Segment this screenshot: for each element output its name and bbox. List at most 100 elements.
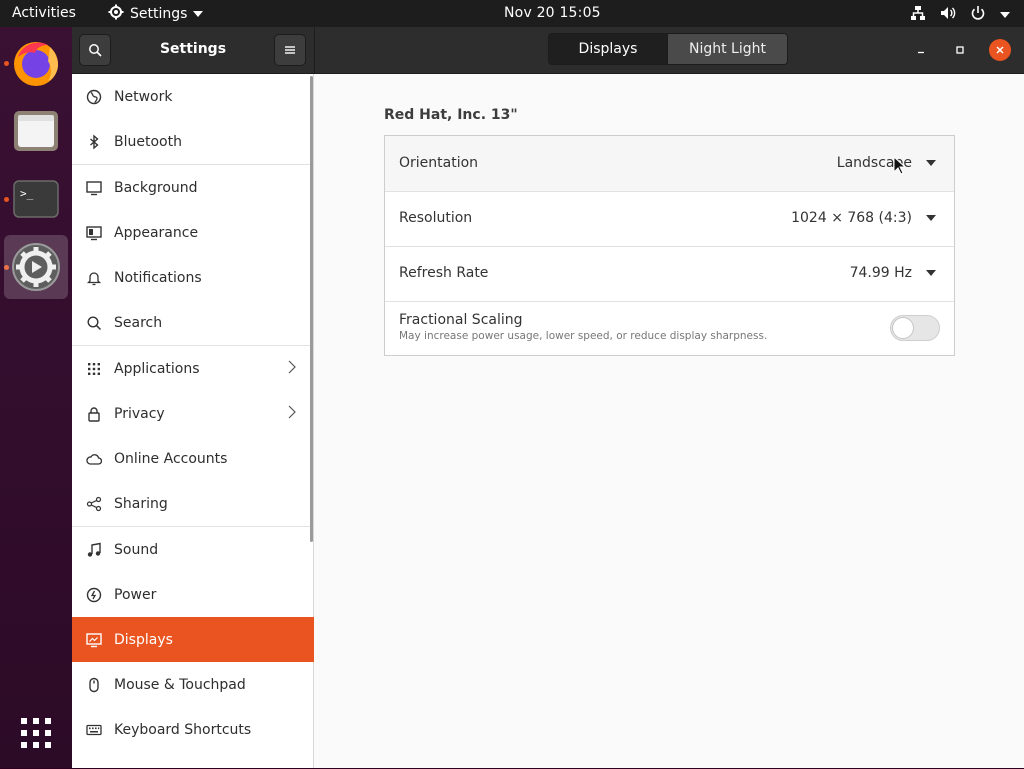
system-tray[interactable] bbox=[910, 5, 1010, 25]
display-settings-panel: Orientation Landscape Resolution 1024 × … bbox=[384, 135, 955, 356]
refresh-rate-value: 74.99 Hz bbox=[849, 265, 912, 281]
fractional-scaling-label: Fractional Scaling bbox=[399, 312, 523, 328]
minimize-icon bbox=[918, 51, 924, 54]
volume-icon bbox=[940, 5, 956, 25]
keyboard-icon bbox=[86, 722, 102, 738]
fractional-scaling-row: Fractional Scaling May increase power us… bbox=[385, 301, 954, 356]
maximize-icon bbox=[956, 46, 964, 54]
header-bar: Settings Displays Night Light bbox=[72, 27, 1024, 74]
orientation-row[interactable]: Orientation Landscape bbox=[385, 136, 954, 192]
dropdown-arrow-icon bbox=[926, 270, 936, 276]
sidebar-item-sharing[interactable]: Sharing bbox=[72, 481, 314, 526]
chevron-right-icon bbox=[288, 359, 296, 378]
sidebar-item-label: Bluetooth bbox=[114, 133, 182, 150]
sidebar-item-label: Power bbox=[114, 586, 157, 603]
close-icon bbox=[996, 46, 1004, 54]
refresh-rate-row[interactable]: Refresh Rate 74.99 Hz bbox=[385, 246, 954, 302]
sidebar-item-label: Network bbox=[114, 88, 173, 105]
appearance-icon bbox=[86, 225, 102, 241]
sidebar-item-label: Appearance bbox=[114, 224, 199, 241]
sidebar-item-keyboard-shortcuts[interactable]: Keyboard Shortcuts bbox=[72, 707, 314, 752]
grid-icon bbox=[86, 361, 102, 377]
terminal-icon: >_ bbox=[13, 180, 59, 218]
refresh-rate-label: Refresh Rate bbox=[399, 265, 489, 281]
power-icon bbox=[86, 587, 102, 603]
sidebar-item-label: Background bbox=[114, 179, 198, 196]
sidebar-item-mouse-touchpad[interactable]: Mouse & Touchpad bbox=[72, 662, 314, 707]
mouse-icon bbox=[86, 677, 102, 693]
settings-icon bbox=[12, 243, 60, 291]
sidebar-item-sound[interactable]: Sound bbox=[72, 527, 314, 572]
sidebar-item-background[interactable]: Background bbox=[72, 165, 314, 210]
sidebar-item-label: Online Accounts bbox=[114, 450, 228, 467]
top-bar: Activities Settings Nov 20 15:05 bbox=[0, 0, 1024, 27]
bluetooth-icon bbox=[86, 133, 102, 150]
search-icon bbox=[86, 315, 102, 331]
sidebar-item-label: Notifications bbox=[114, 269, 202, 286]
sidebar-item-label: Privacy bbox=[114, 405, 165, 422]
switch-knob bbox=[892, 317, 914, 339]
show-apps-icon bbox=[21, 718, 51, 748]
minimize-button[interactable] bbox=[910, 39, 932, 61]
sidebar-item-displays[interactable]: Displays bbox=[72, 617, 314, 662]
music-note-icon bbox=[86, 542, 102, 558]
show-apps-button[interactable] bbox=[4, 701, 68, 765]
settings-launcher[interactable] bbox=[4, 235, 68, 299]
cloud-icon bbox=[86, 451, 102, 467]
lock-icon bbox=[86, 406, 102, 422]
resolution-value: 1024 × 768 (4:3) bbox=[791, 210, 912, 226]
sidebar-item-notifications[interactable]: Notifications bbox=[72, 255, 314, 300]
mouse-pointer-icon bbox=[893, 156, 905, 175]
sidebar-item-label: Sharing bbox=[114, 495, 168, 512]
sidebar: Network Bluetooth Background Appearance … bbox=[72, 74, 314, 768]
network-icon bbox=[910, 5, 926, 25]
sidebar-item-label: Displays bbox=[114, 631, 173, 648]
resolution-row[interactable]: Resolution 1024 × 768 (4:3) bbox=[385, 191, 954, 247]
menu-button[interactable] bbox=[274, 34, 306, 66]
activities-button[interactable]: Activities bbox=[12, 5, 76, 21]
sidebar-scrollbar[interactable] bbox=[310, 76, 313, 542]
monitor-icon bbox=[86, 180, 102, 196]
svg-text:>_: >_ bbox=[20, 187, 34, 200]
app-menu[interactable]: Settings bbox=[108, 4, 204, 24]
chevron-down-icon bbox=[193, 11, 204, 17]
chevron-right-icon bbox=[288, 404, 296, 423]
fractional-scaling-description: May increase power usage, lower speed, o… bbox=[399, 330, 768, 342]
sidebar-item-label: Sound bbox=[114, 541, 159, 558]
sidebar-item-label: Keyboard Shortcuts bbox=[114, 721, 252, 738]
clock[interactable]: Nov 20 15:05 bbox=[504, 5, 601, 21]
hamburger-icon bbox=[285, 46, 295, 54]
orientation-label: Orientation bbox=[399, 155, 479, 171]
sidebar-item-privacy[interactable]: Privacy bbox=[72, 391, 314, 436]
sidebar-item-label: Applications bbox=[114, 360, 200, 377]
view-switcher: Displays Night Light bbox=[548, 33, 788, 65]
sidebar-item-online-accounts[interactable]: Online Accounts bbox=[72, 436, 314, 481]
sidebar-item-appearance[interactable]: Appearance bbox=[72, 210, 314, 255]
sidebar-item-network[interactable]: Network bbox=[72, 74, 314, 119]
dropdown-arrow-icon bbox=[926, 160, 936, 166]
sidebar-item-label: Search bbox=[114, 314, 163, 331]
globe-icon bbox=[86, 89, 102, 105]
tab-night-light[interactable]: Night Light bbox=[668, 33, 788, 65]
sidebar-item-search[interactable]: Search bbox=[72, 300, 314, 345]
sidebar-item-applications[interactable]: Applications bbox=[72, 346, 314, 391]
power-icon bbox=[970, 5, 986, 25]
tab-displays[interactable]: Displays bbox=[548, 33, 668, 65]
fractional-scaling-switch[interactable] bbox=[890, 315, 940, 341]
display-name: Red Hat, Inc. 13" bbox=[384, 107, 518, 123]
share-icon bbox=[86, 496, 102, 512]
resolution-label: Resolution bbox=[399, 210, 473, 226]
files-icon bbox=[14, 111, 58, 151]
close-button[interactable] bbox=[989, 39, 1011, 61]
firefox-icon bbox=[14, 42, 58, 86]
bell-icon bbox=[86, 270, 102, 286]
display-icon bbox=[86, 632, 102, 648]
app-menu-label: Settings bbox=[130, 6, 188, 22]
firefox-launcher[interactable] bbox=[4, 31, 68, 95]
sidebar-item-power[interactable]: Power bbox=[72, 572, 314, 617]
files-launcher[interactable] bbox=[4, 99, 68, 163]
sidebar-item-bluetooth[interactable]: Bluetooth bbox=[72, 119, 314, 164]
settings-window: Settings Displays Night Light Network Bl… bbox=[72, 27, 1024, 768]
terminal-launcher[interactable]: >_ bbox=[4, 167, 68, 231]
maximize-button[interactable] bbox=[949, 39, 971, 61]
